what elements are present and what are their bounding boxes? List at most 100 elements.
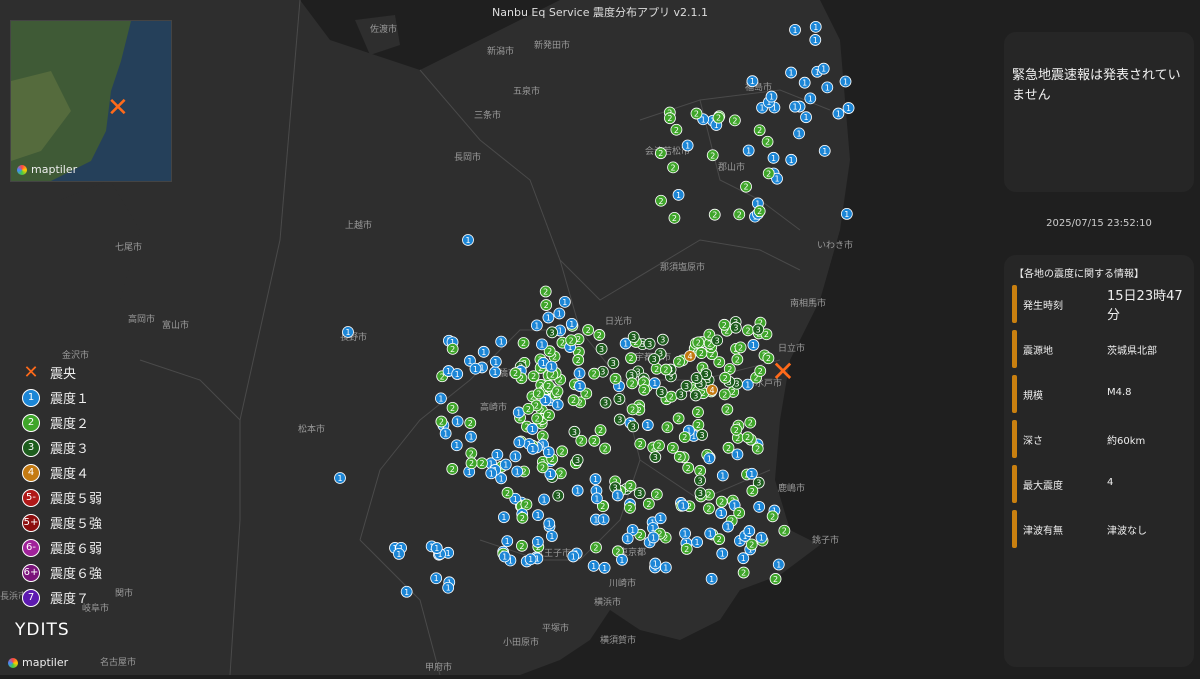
station-intensity-marker[interactable]: 2	[464, 417, 477, 429]
station-intensity-marker[interactable]: 1	[804, 92, 817, 105]
station-intensity-marker[interactable]: 2	[713, 533, 726, 546]
station-intensity-marker[interactable]: 2	[556, 445, 568, 458]
station-intensity-marker[interactable]: 1	[785, 153, 798, 166]
station-intensity-marker[interactable]: 2	[703, 502, 715, 515]
station-intensity-marker[interactable]: 2	[744, 416, 757, 429]
station-intensity-marker[interactable]: 1	[511, 465, 524, 478]
station-intensity-marker[interactable]: 2	[734, 341, 747, 354]
station-intensity-marker[interactable]: 2	[594, 424, 607, 437]
station-intensity-marker[interactable]: 2	[476, 457, 488, 470]
station-intensity-marker[interactable]: 2	[673, 355, 685, 368]
station-intensity-marker[interactable]: 2	[516, 511, 529, 524]
station-intensity-marker[interactable]: 1	[542, 311, 555, 324]
station-intensity-marker[interactable]: 3	[729, 321, 742, 334]
station-intensity-marker[interactable]: 1	[334, 472, 346, 484]
station-intensity-marker[interactable]: 3	[599, 396, 612, 409]
station-intensity-marker[interactable]: 2	[465, 457, 478, 470]
station-intensity-marker[interactable]: 2	[625, 352, 637, 365]
station-intensity-marker[interactable]: 2	[769, 573, 782, 585]
station-intensity-marker[interactable]: 3	[711, 334, 724, 347]
station-intensity-marker[interactable]: 1	[800, 111, 812, 124]
station-intensity-marker[interactable]: 2	[667, 161, 679, 174]
station-intensity-marker[interactable]: 1	[598, 561, 611, 574]
station-intensity-marker[interactable]: 3	[648, 353, 661, 366]
station-intensity-marker[interactable]: 3	[633, 487, 646, 500]
station-intensity-marker[interactable]: 1	[705, 572, 718, 585]
station-intensity-marker[interactable]: 2	[522, 402, 535, 415]
station-intensity-marker[interactable]: 1	[809, 34, 822, 46]
station-intensity-marker[interactable]: 2	[653, 439, 665, 452]
station-intensity-marker[interactable]: 4	[684, 350, 696, 362]
station-intensity-marker[interactable]: 1	[531, 536, 544, 548]
station-intensity-marker[interactable]: 2	[678, 431, 691, 443]
station-intensity-marker[interactable]: 3	[694, 474, 706, 487]
station-intensity-marker[interactable]: 1	[430, 542, 443, 554]
station-intensity-marker[interactable]: 1	[477, 345, 490, 358]
station-intensity-marker[interactable]: 1	[489, 355, 502, 368]
station-intensity-marker[interactable]: 3	[613, 393, 626, 405]
station-intensity-marker[interactable]: 1	[465, 430, 477, 443]
station-intensity-marker[interactable]: 2	[721, 403, 734, 416]
station-intensity-marker[interactable]: 2	[593, 329, 606, 341]
station-intensity-marker[interactable]: 1	[495, 335, 508, 348]
station-intensity-marker[interactable]: 2	[733, 506, 746, 519]
station-intensity-marker[interactable]: 1	[498, 511, 510, 524]
station-intensity-marker[interactable]: 2	[446, 401, 459, 414]
station-intensity-marker[interactable]: 2	[582, 324, 595, 336]
station-intensity-marker[interactable]: 2	[670, 123, 683, 136]
station-intensity-marker[interactable]: 2	[661, 421, 674, 434]
station-intensity-marker[interactable]: 1	[743, 525, 756, 537]
station-intensity-marker[interactable]: 1	[439, 427, 452, 440]
station-intensity-marker[interactable]: 2	[624, 479, 637, 492]
station-intensity-marker[interactable]: 3	[655, 386, 668, 399]
station-intensity-marker[interactable]: 1	[590, 492, 603, 505]
station-intensity-marker[interactable]: 1	[621, 532, 634, 545]
station-intensity-marker[interactable]: 1	[530, 319, 543, 332]
station-intensity-marker[interactable]: 1	[747, 339, 760, 351]
station-intensity-marker[interactable]: 2	[465, 447, 478, 460]
station-intensity-marker[interactable]: 2	[609, 372, 622, 385]
station-intensity-marker[interactable]: 2	[517, 337, 530, 349]
station-intensity-marker[interactable]: 2	[712, 111, 725, 124]
station-intensity-marker[interactable]: 1	[716, 469, 729, 482]
station-intensity-marker[interactable]: 1	[616, 553, 628, 566]
minimap-attribution[interactable]: maptiler	[17, 163, 77, 176]
station-intensity-marker[interactable]: 1	[641, 419, 654, 431]
station-intensity-marker[interactable]: 1	[745, 467, 758, 480]
station-intensity-marker[interactable]: 1	[526, 442, 539, 455]
station-intensity-marker[interactable]: 2	[599, 442, 612, 455]
station-intensity-marker[interactable]: 1	[597, 513, 610, 526]
station-intensity-marker[interactable]: 2	[741, 431, 754, 444]
station-intensity-marker[interactable]: 2	[737, 566, 750, 579]
station-intensity-marker[interactable]: 1	[840, 208, 853, 220]
station-intensity-marker[interactable]: 2	[751, 442, 764, 455]
station-intensity-marker[interactable]: 1	[342, 326, 354, 338]
station-intensity-marker[interactable]: 2	[762, 167, 775, 180]
station-intensity-marker[interactable]: 1	[435, 392, 447, 405]
station-intensity-marker[interactable]: 2	[540, 299, 553, 311]
station-intensity-marker[interactable]: 1	[565, 317, 578, 330]
station-intensity-marker[interactable]: 3	[607, 357, 620, 370]
station-intensity-marker[interactable]: 1	[648, 377, 661, 390]
station-intensity-marker[interactable]: 3	[571, 454, 584, 466]
station-intensity-marker[interactable]: 1	[543, 517, 556, 530]
station-intensity-marker[interactable]: 2	[501, 486, 514, 499]
station-intensity-marker[interactable]: 2	[572, 354, 585, 366]
station-intensity-marker[interactable]: 2	[666, 441, 679, 454]
station-intensity-marker[interactable]: 1	[430, 572, 443, 585]
station-intensity-marker[interactable]: 2	[588, 434, 601, 447]
station-intensity-marker[interactable]: 2	[626, 377, 639, 390]
station-intensity-marker[interactable]: 2	[567, 394, 580, 407]
station-intensity-marker[interactable]: 2	[728, 114, 741, 127]
station-intensity-marker[interactable]: 1	[538, 493, 550, 506]
station-intensity-marker[interactable]: 2	[682, 461, 695, 474]
station-intensity-marker[interactable]: 2	[668, 211, 681, 224]
station-intensity-marker[interactable]: 1	[809, 20, 822, 33]
station-intensity-marker[interactable]: 2	[588, 367, 601, 380]
station-intensity-marker[interactable]: 2	[624, 501, 636, 514]
station-intensity-marker[interactable]: 1	[677, 499, 690, 512]
station-intensity-marker[interactable]: 1	[491, 448, 504, 461]
station-intensity-marker[interactable]: 3	[689, 389, 702, 402]
station-intensity-marker[interactable]: 2	[753, 205, 766, 218]
station-intensity-marker[interactable]: 2	[708, 208, 721, 221]
